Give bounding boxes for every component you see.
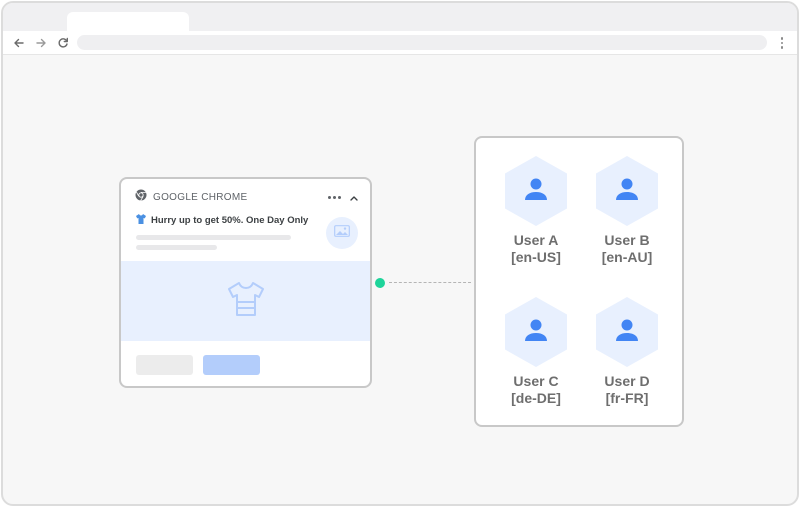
image-icon <box>334 224 350 242</box>
browser-menu-icon[interactable] <box>779 35 785 51</box>
chrome-logo-icon <box>135 188 147 206</box>
notification-primary-button[interactable] <box>203 355 260 375</box>
reload-icon[interactable] <box>55 35 71 51</box>
user-card-d: User D [fr-FR] <box>587 295 667 407</box>
connector-dot <box>375 278 385 288</box>
back-arrow-icon[interactable] <box>11 35 27 51</box>
user-icon <box>523 317 549 348</box>
user-name: User B <box>604 232 650 248</box>
address-bar[interactable] <box>77 35 767 50</box>
user-icon <box>614 317 640 348</box>
forward-arrow-icon[interactable] <box>33 35 49 51</box>
user-name: User C <box>513 373 559 389</box>
user-card-a: User A [en-US] <box>496 154 576 266</box>
more-dots-icon[interactable] <box>328 195 341 199</box>
notification-hero-image <box>121 261 370 341</box>
notification-secondary-button[interactable] <box>136 355 193 375</box>
tshirt-icon <box>135 213 147 228</box>
notification-header: GOOGLE CHROME <box>135 188 247 206</box>
user-name: User A <box>513 232 559 248</box>
user-avatar-hexagon <box>594 154 660 228</box>
tshirt-icon <box>225 278 267 325</box>
notification-title: Hurry up to get 50%. One Day Only <box>135 213 308 228</box>
notification-body-line <box>136 235 291 240</box>
notification-controls <box>328 188 358 206</box>
user-icon <box>614 176 640 207</box>
browser-window: GOOGLE CHROME Hurry up to get 50%. One D… <box>1 1 799 506</box>
notification-body-line <box>136 245 217 250</box>
user-card-b: User B [en-AU] <box>587 154 667 266</box>
push-notification-card[interactable]: GOOGLE CHROME Hurry up to get 50%. One D… <box>119 177 372 388</box>
collapse-chevron-icon[interactable] <box>350 188 358 206</box>
user-avatar-hexagon <box>503 154 569 228</box>
user-name: User D <box>604 373 650 389</box>
connector-line <box>389 282 471 283</box>
user-icon <box>523 176 549 207</box>
tab-strip <box>3 3 797 31</box>
notification-title-text: Hurry up to get 50%. One Day Only <box>151 215 309 226</box>
browser-tab[interactable] <box>67 12 189 31</box>
user-locale: [en-US] <box>511 249 561 265</box>
browser-toolbar <box>3 31 797 55</box>
user-locale: [en-AU] <box>601 249 653 265</box>
user-card-c: User C [de-DE] <box>496 295 576 407</box>
users-panel: User A [en-US] User B [en-AU] User C [de… <box>474 136 684 427</box>
user-locale: [fr-FR] <box>605 390 649 406</box>
notification-app-name: GOOGLE CHROME <box>153 191 248 203</box>
user-avatar-hexagon <box>594 295 660 369</box>
user-locale: [de-DE] <box>511 390 561 406</box>
notification-icon-thumbnail <box>326 217 358 249</box>
user-avatar-hexagon <box>503 295 569 369</box>
